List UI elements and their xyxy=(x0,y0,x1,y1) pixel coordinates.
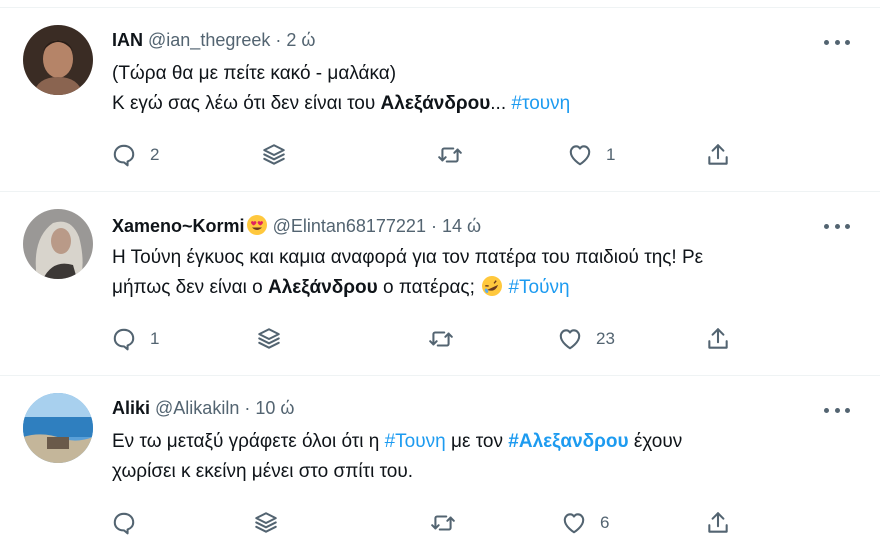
stack-icon xyxy=(255,512,277,533)
tweet-text: (Τώρα θα με πείτε κακό - μαλάκα) Κ εγώ σ… xyxy=(112,59,852,119)
retweet-button[interactable] xyxy=(437,142,463,168)
stack-button[interactable] xyxy=(253,510,279,536)
reply-count: 1 xyxy=(150,329,160,348)
share-button[interactable] xyxy=(705,510,731,536)
share-icon xyxy=(708,144,728,165)
text-segment: έχουν xyxy=(628,431,683,452)
tweet-header: Aliki @Alikakiln · 10 ώ xyxy=(112,398,294,419)
stack-button[interactable] xyxy=(256,326,282,352)
heart-icon xyxy=(559,329,581,350)
text-segment: μήπως δεν είναι ο xyxy=(112,277,268,298)
retweet-button[interactable] xyxy=(430,510,456,536)
avatar[interactable] xyxy=(23,209,93,279)
hashtag-link[interactable]: #Αλεξανδρου xyxy=(508,431,628,452)
like-count: 23 xyxy=(596,329,615,348)
retweet-button[interactable] xyxy=(428,326,454,352)
stack-icon xyxy=(258,328,280,349)
action-bar: 1 23 xyxy=(0,326,880,356)
hashtag-link[interactable]: #τουνη xyxy=(511,93,570,114)
tweet[interactable]: Xameno~Kormi @Elintan68177221 · 14 ώ Η Τ… xyxy=(0,192,880,376)
reply-icon xyxy=(113,328,135,351)
user-handle[interactable]: @Elintan68177221 xyxy=(273,216,426,236)
reply-icon xyxy=(113,512,135,535)
text-segment: ... xyxy=(490,93,512,114)
reply-button[interactable] xyxy=(111,510,150,536)
text-segment: ο πατέρας; xyxy=(377,277,481,298)
heart-icon xyxy=(569,145,591,166)
reply-count: 2 xyxy=(150,145,160,164)
text-segment: Εν τω μεταξύ γράφετε όλοι ότι η xyxy=(112,431,385,452)
more-icon[interactable] xyxy=(824,37,850,47)
top-divider xyxy=(0,0,880,8)
like-button[interactable]: 23 xyxy=(557,326,615,352)
retweet-icon xyxy=(438,147,462,163)
heart-eyes-emoji xyxy=(246,215,267,235)
tweet[interactable]: Aliki @Alikakiln · 10 ώ Εν τω μεταξύ γρά… xyxy=(0,376,880,551)
stack-button[interactable] xyxy=(261,142,287,168)
more-icon[interactable] xyxy=(824,221,850,231)
tweet-line: χωρίσει κ εκείνη μένει στο σπίτι του. xyxy=(112,461,414,482)
tweet-text: Η Τούνη έγκυος και καμια αναφορά για τον… xyxy=(112,243,852,303)
stack-icon xyxy=(263,144,285,165)
separator-dot: · xyxy=(430,216,437,236)
timestamp[interactable]: 14 ώ xyxy=(442,216,481,236)
rofl-emoji xyxy=(482,276,503,296)
like-button[interactable]: 6 xyxy=(561,510,609,536)
user-handle[interactable]: @Alikakiln xyxy=(155,398,239,418)
tweet-line: μήπως δεν είναι ο Αλεξάνδρου ο πατέρας; … xyxy=(112,273,852,303)
like-button[interactable]: 1 xyxy=(567,142,615,168)
retweet-icon xyxy=(429,331,453,347)
user-name[interactable]: Xameno~Kormi xyxy=(112,216,245,236)
like-count: 6 xyxy=(600,513,610,532)
hashtag-link[interactable]: #Τουνη xyxy=(385,431,446,452)
user-handle[interactable]: @ian_thegreek xyxy=(148,30,270,50)
tweet-header: Xameno~Kormi @Elintan68177221 · 14 ώ xyxy=(112,214,481,237)
action-bar: 6 xyxy=(0,510,880,540)
avatar[interactable] xyxy=(23,25,93,95)
action-bar: 2 1 xyxy=(0,142,880,172)
text-segment: Κ εγώ σας λέω ότι δεν είναι του xyxy=(112,93,381,114)
user-name[interactable]: IAN xyxy=(112,30,143,50)
tweet-header: IAN @ian_thegreek · 2 ώ xyxy=(112,30,315,51)
reply-icon xyxy=(113,144,135,167)
text-segment: με τον xyxy=(445,431,509,452)
tweet-line: Η Τούνη έγκυος και καμια αναφορά για τον… xyxy=(112,247,704,268)
reply-button[interactable]: 1 xyxy=(111,326,159,352)
hashtag-link[interactable]: #Τούνη xyxy=(508,277,569,298)
like-count: 1 xyxy=(606,145,616,164)
bold-text: Αλεξάνδρου xyxy=(267,277,378,298)
tweet[interactable]: IAN @ian_thegreek · 2 ώ (Τώρα θα με πείτ… xyxy=(0,8,880,192)
tweet-line: Εν τω μεταξύ γράφετε όλοι ότι η #Τουνη μ… xyxy=(112,427,852,457)
timestamp[interactable]: 2 ώ xyxy=(286,30,315,50)
tweet-line: Κ εγώ σας λέω ότι δεν είναι του Αλεξάνδρ… xyxy=(112,89,852,119)
bold-text: Αλεξάνδρου xyxy=(380,93,491,114)
share-button[interactable] xyxy=(705,142,731,168)
more-icon[interactable] xyxy=(824,405,850,415)
share-icon xyxy=(708,512,728,533)
tweet-text: Εν τω μεταξύ γράφετε όλοι ότι η #Τουνη μ… xyxy=(112,427,852,487)
retweet-icon xyxy=(431,515,455,531)
separator-dot: · xyxy=(244,398,251,418)
timestamp[interactable]: 10 ώ xyxy=(255,398,294,418)
tweet-line: (Τώρα θα με πείτε κακό - μαλάκα) xyxy=(112,63,397,84)
separator-dot: · xyxy=(275,30,282,50)
avatar[interactable] xyxy=(23,393,93,463)
user-name[interactable]: Aliki xyxy=(112,398,150,418)
share-icon xyxy=(708,328,728,349)
reply-button[interactable]: 2 xyxy=(111,142,159,168)
heart-icon xyxy=(563,513,585,534)
share-button[interactable] xyxy=(705,326,731,352)
